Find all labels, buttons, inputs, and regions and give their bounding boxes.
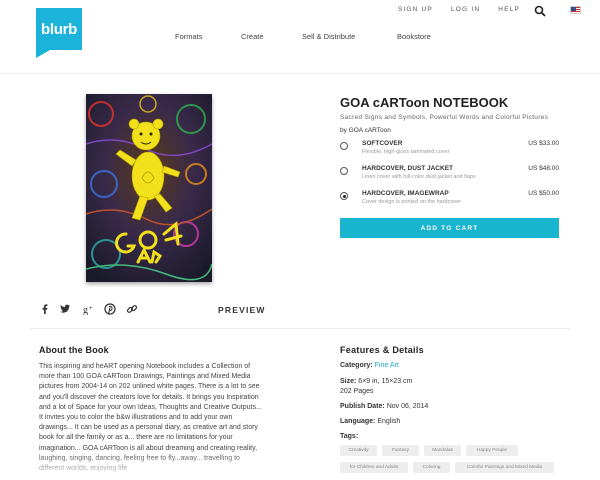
twitter-icon[interactable] (59, 303, 71, 315)
option-description: Cover design is printed on the hardcover (362, 199, 462, 205)
pinterest-icon[interactable] (104, 303, 116, 315)
feature-pages: 202 Pages (340, 387, 373, 397)
size-value: 6×9 in, 15×23 cm (358, 378, 413, 385)
site-header: blurb SIGN UP LOG IN HELP Formats Create… (0, 0, 600, 74)
size-label: Size: (340, 378, 357, 385)
publish-date-value: Nov 06, 2014 (386, 403, 429, 410)
nav-formats[interactable]: Formats (175, 32, 203, 41)
product-subtitle: Sacred Signs and Symbols, Powerful Words… (340, 114, 549, 121)
add-to-cart-button[interactable]: ADD TO CART (340, 218, 559, 238)
google-plus-icon[interactable]: g + (83, 303, 95, 315)
tag-chip[interactable]: Colorful Paintings and Mixed Media (455, 462, 554, 473)
log-in-link[interactable]: LOG IN (451, 6, 480, 13)
nav-bookstore[interactable]: Bookstore (397, 32, 431, 41)
category-label: Category: (340, 362, 373, 369)
radio-hardcover-imagewrap[interactable] (340, 192, 348, 200)
blurb-logo[interactable]: blurb (36, 8, 82, 58)
option-name: SOFTCOVER (362, 140, 403, 147)
radio-softcover[interactable] (340, 142, 348, 150)
product-author[interactable]: by GOA cARToon (340, 127, 391, 134)
tag-chip[interactable]: Creativity (340, 445, 377, 456)
publish-date-label: Publish Date: (340, 403, 385, 410)
feature-tags: Tags: (340, 432, 358, 442)
book-cover-art (86, 94, 212, 282)
features-heading: Features & Details (340, 345, 424, 355)
feature-size: Size: 6×9 in, 15×23 cm (340, 377, 412, 387)
nav-create[interactable]: Create (241, 32, 264, 41)
section-divider (30, 328, 570, 329)
feature-language: Language: English (340, 417, 400, 427)
book-cover-image[interactable] (86, 94, 212, 282)
tag-chip[interactable]: Mandalas (424, 445, 461, 456)
search-icon[interactable] (534, 5, 546, 17)
preview-button[interactable]: PREVIEW (218, 305, 266, 315)
option-softcover[interactable]: SOFTCOVER Flexible, high-gloss laminated… (340, 140, 560, 164)
utility-links: SIGN UP LOG IN HELP (398, 6, 520, 13)
option-hardcover-dust-jacket[interactable]: HARDCOVER, DUST JACKET Linen cover with … (340, 165, 560, 189)
language-label: Language: (340, 418, 376, 425)
tag-chip[interactable]: Coloring (413, 462, 450, 473)
language-value: English (377, 418, 401, 425)
tag-chip[interactable]: Fantasy (382, 445, 419, 456)
option-hardcover-imagewrap[interactable]: HARDCOVER, IMAGEWRAP Cover design is pri… (340, 190, 560, 214)
option-price: US $33.00 (528, 140, 559, 147)
svg-text:+: + (89, 306, 93, 312)
option-name: HARDCOVER, DUST JACKET (362, 165, 454, 172)
option-price: US $48.00 (528, 165, 559, 172)
sign-up-link[interactable]: SIGN UP (398, 6, 433, 13)
option-description: Flexible, high-gloss laminated cover (362, 149, 450, 155)
svg-text:g: g (83, 305, 88, 315)
pages-value: 202 Pages (340, 388, 374, 395)
nav-sell-distribute[interactable]: Sell & Distribute (302, 32, 355, 41)
about-fade-overlay (30, 452, 280, 480)
option-price: US $50.00 (528, 190, 559, 197)
radio-hardcover-dust-jacket[interactable] (340, 167, 348, 175)
help-link[interactable]: HELP (498, 6, 520, 13)
feature-category: Category: Fine Art (340, 361, 399, 371)
option-name: HARDCOVER, IMAGEWRAP (362, 190, 449, 197)
tag-chip[interactable]: for Children and Adults (340, 462, 408, 473)
category-link[interactable]: Fine Art (375, 362, 399, 369)
us-flag-icon[interactable] (570, 6, 581, 14)
about-heading: About the Book (39, 345, 109, 355)
facebook-icon[interactable] (39, 303, 51, 315)
option-description: Linen cover with full-color dust jacket … (362, 174, 476, 180)
tag-chip[interactable]: Happy People (466, 445, 518, 456)
feature-publish-date: Publish Date: Nov 06, 2014 (340, 402, 428, 412)
product-title: GOA cARToon NOTEBOOK (340, 95, 509, 110)
link-icon[interactable] (126, 303, 138, 315)
tags-label: Tags: (340, 433, 359, 440)
